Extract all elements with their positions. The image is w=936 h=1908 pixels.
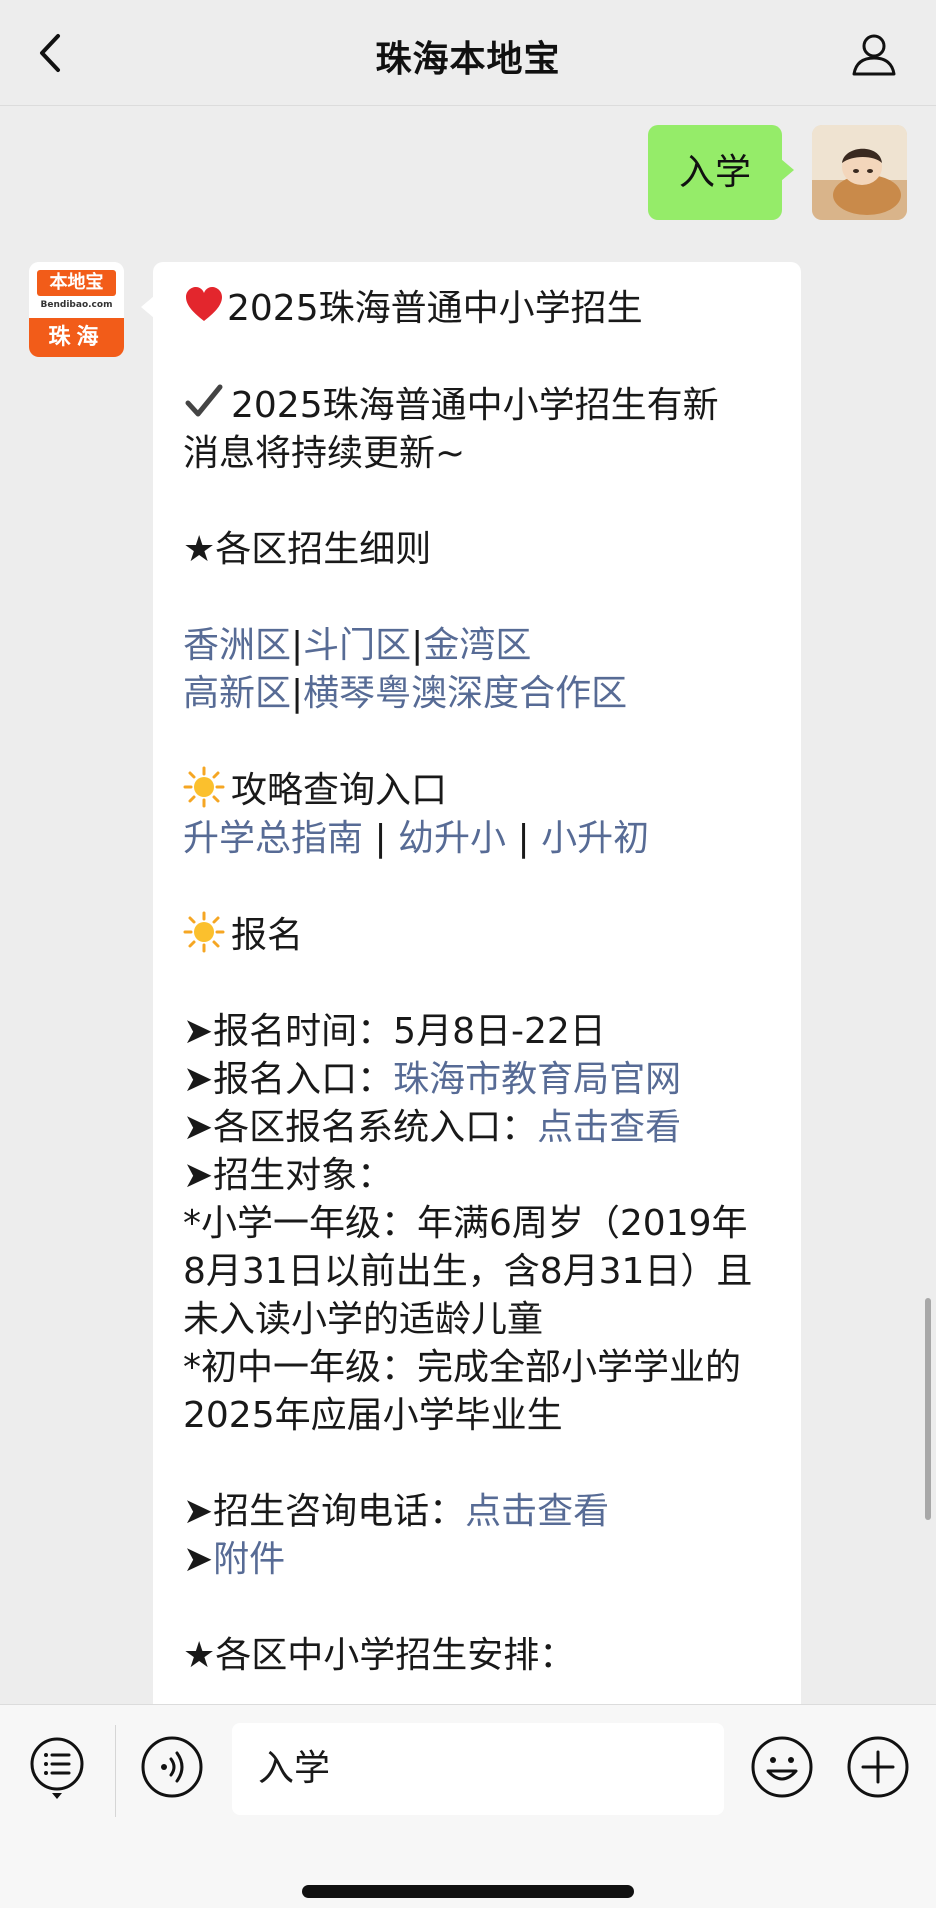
- check-mark-icon: [185, 384, 223, 417]
- primary-requirement-2: 8月31日以前出生，含8月31日）且: [183, 1251, 753, 1292]
- signup-time: ➤报名时间：5月8日-22日: [183, 1011, 606, 1052]
- system-entry-line: ➤各区报名系统入口：点击查看: [183, 1104, 771, 1152]
- notice-text-1: 2025珠海普通中小学招生有新: [231, 385, 719, 426]
- emoji-icon[interactable]: [750, 1735, 814, 1799]
- separator: |: [411, 625, 424, 666]
- district-links-row-1: 香洲区|斗门区|金湾区: [183, 622, 771, 670]
- link-guide-primary[interactable]: 幼升小: [398, 818, 506, 859]
- signup-entry-label: ➤报名入口：: [183, 1059, 394, 1100]
- official-account-avatar[interactable]: 本地宝 Bendibao.com 珠海: [29, 262, 124, 357]
- notice-line: 2025珠海普通中小学招生有新: [183, 381, 771, 430]
- middle-requirement-1: *初中一年级：完成全部小学学业的: [183, 1347, 742, 1388]
- scrollbar[interactable]: [925, 1298, 931, 1520]
- link-jinwan[interactable]: 金湾区: [423, 625, 531, 666]
- link-xiangzhou[interactable]: 香洲区: [183, 625, 291, 666]
- avatar-logo: 本地宝: [37, 270, 116, 296]
- attachment-line: ➤附件: [183, 1536, 771, 1584]
- avatar-city: 珠海: [29, 318, 124, 357]
- avatar-photo-icon: [812, 125, 907, 220]
- attachment-arrow: ➤: [183, 1539, 214, 1580]
- notice-text-2: 消息将持续更新~: [183, 433, 466, 474]
- phone-label: ➤招生咨询电话：: [183, 1491, 466, 1532]
- separator: |: [291, 673, 304, 714]
- separator: |: [291, 625, 304, 666]
- sun-icon: [183, 766, 225, 808]
- separator: |: [506, 818, 542, 859]
- top-nav: 珠海本地宝: [0, 0, 936, 106]
- voice-input-icon[interactable]: [140, 1735, 204, 1799]
- received-message-bubble: 2025珠海普通中小学招生 2025珠海普通中小学招生有新 消息将持续更新~ ★…: [141, 262, 801, 1722]
- divider: [115, 1725, 116, 1817]
- guide-links-row: 升学总指南 | 幼升小 | 小升初: [183, 815, 771, 863]
- sun-icon: [183, 911, 225, 953]
- sent-message-bubble[interactable]: 入学: [648, 125, 794, 220]
- signup-heading-line: 报名: [183, 911, 771, 960]
- arrange-heading: ★各区中小学招生安排：: [183, 1635, 576, 1676]
- menu-list-icon[interactable]: [28, 1735, 86, 1801]
- middle-requirement-2: 2025年应届小学毕业生: [183, 1395, 563, 1436]
- bottom-input-bar: 入学: [0, 1704, 936, 1908]
- link-attachment[interactable]: 附件: [213, 1539, 285, 1580]
- guide-heading-line: 攻略查询入口: [183, 766, 771, 815]
- signup-entry-line: ➤报名入口：珠海市教育局官网: [183, 1056, 771, 1104]
- link-guide-total[interactable]: 升学总指南: [183, 818, 363, 859]
- link-phone[interactable]: 点击查看: [465, 1491, 609, 1532]
- target-label: ➤招生对象：: [183, 1155, 394, 1196]
- heart-icon: [186, 287, 222, 321]
- link-system-entry[interactable]: 点击查看: [537, 1107, 681, 1148]
- avatar-url: Bendibao.com: [40, 300, 113, 310]
- link-doumen[interactable]: 斗门区: [303, 625, 411, 666]
- guide-heading: 攻略查询入口: [231, 770, 448, 811]
- separator: |: [363, 818, 399, 859]
- plus-icon[interactable]: [846, 1735, 910, 1799]
- user-profile-icon[interactable]: [850, 30, 898, 78]
- link-education-bureau[interactable]: 珠海市教育局官网: [393, 1059, 681, 1100]
- phone-line: ➤招生咨询电话：点击查看: [183, 1488, 771, 1536]
- link-gaoxin[interactable]: 高新区: [183, 673, 291, 714]
- message-title-line: 2025珠海普通中小学招生: [183, 284, 771, 333]
- my-avatar[interactable]: [812, 125, 907, 220]
- districts-heading: ★各区招生细则: [183, 529, 432, 570]
- system-entry-label: ➤各区报名系统入口：: [183, 1107, 538, 1148]
- link-guide-middle[interactable]: 小升初: [541, 818, 649, 859]
- message-input[interactable]: 入学: [232, 1723, 724, 1815]
- primary-requirement-3: 未入读小学的适龄儿童: [183, 1299, 544, 1340]
- message-title: 2025珠海普通中小学招生: [227, 288, 643, 329]
- primary-requirement-1: *小学一年级：年满6周岁（2019年: [183, 1203, 748, 1244]
- link-hengqin[interactable]: 横琴粤澳深度合作区: [303, 673, 627, 714]
- district-links-row-2: 高新区|横琴粤澳深度合作区: [183, 670, 771, 718]
- home-indicator[interactable]: [302, 1885, 634, 1898]
- chat-title: 珠海本地宝: [375, 39, 561, 80]
- signup-heading: 报名: [231, 915, 304, 956]
